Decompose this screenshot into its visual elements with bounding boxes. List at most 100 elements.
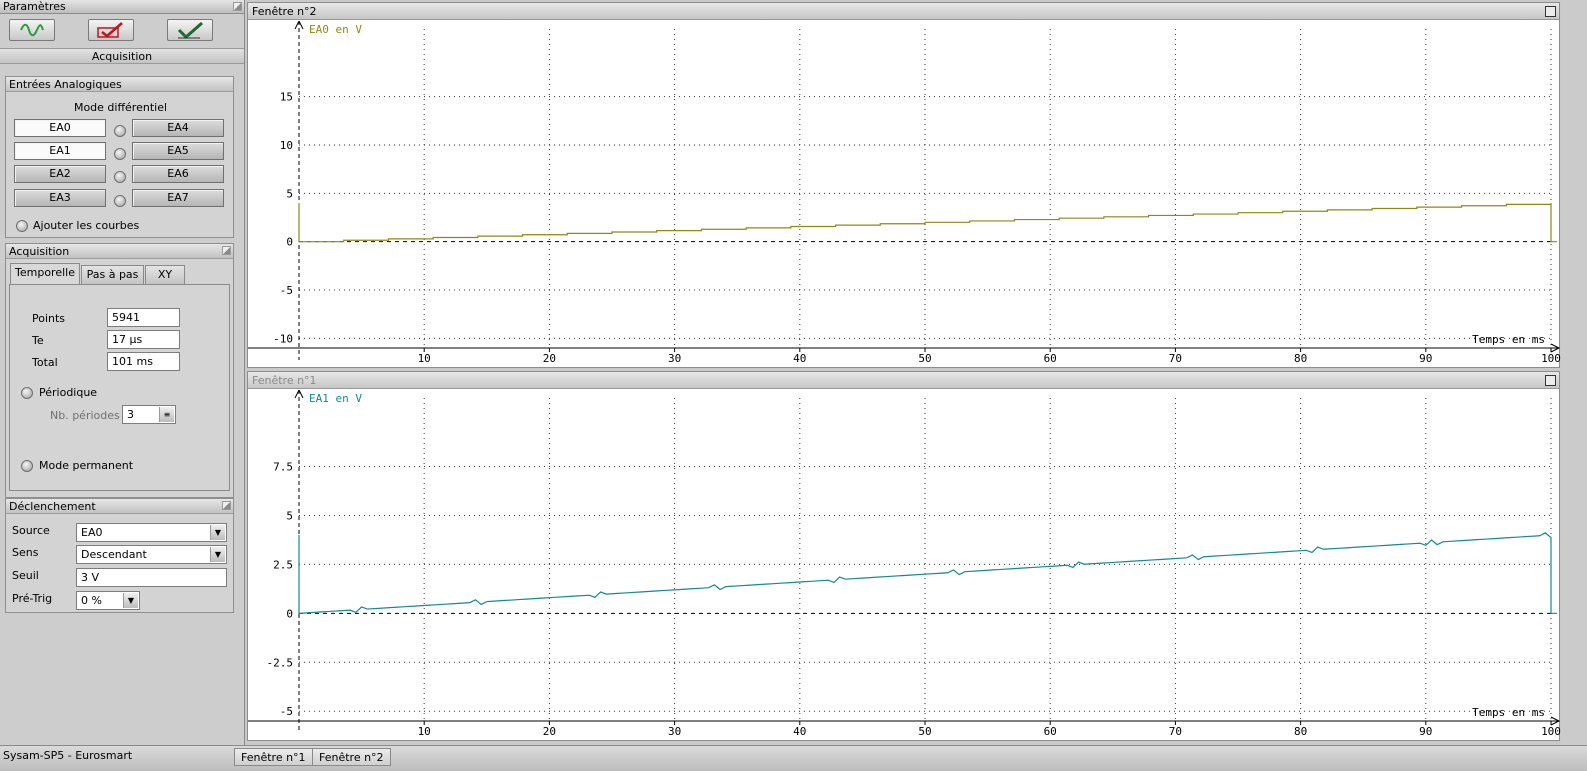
permanent-mode-radio[interactable] [21,460,33,472]
channel-ea0-button[interactable]: EA0 [14,119,106,137]
total-input[interactable]: 101 ms [107,352,180,371]
parameters-panel: Paramètres Acquisition Entrées Analogiqu… [0,0,245,745]
window-fenetre-2[interactable]: Fenêtre n°2 10 20 30 40 50 60 70 80 90 100 -10 -5 0 5… [247,2,1561,368]
window-tab-fenetre-1[interactable]: Fenêtre n°1 [234,748,313,766]
tab-temporelle[interactable]: Temporelle [10,263,80,285]
periods-spinner[interactable]: 3 ≡ [122,405,176,424]
x-axis-label: Temps en ms [1472,706,1545,719]
tab-pas-a-pas[interactable]: Pas à pas [81,265,144,284]
status-bar: Sysam-SP5 - Eurosmart Fenêtre n°1 Fenêtr… [0,745,1587,771]
maximize-icon[interactable] [1545,6,1556,17]
x-tick-label: 10 [418,352,431,365]
x-tick-label: 20 [543,725,556,738]
diff-pair-1-radio[interactable] [114,148,126,160]
x-tick-label: 70 [1169,352,1182,365]
periods-value: 3 [127,408,134,421]
x-tick-label: 90 [1419,725,1432,738]
x-tick-label: 50 [918,352,931,365]
analog-inputs-header: Entrées Analogiques [6,77,233,92]
diff-pair-3-radio[interactable] [114,195,126,207]
chart-ea1[interactable]: 10 20 30 40 50 60 70 80 90 100 -5 -2.5 0 2.5 5 7.5 EA1 e… [248,390,1561,741]
acquisition-tabs-area: Temporelle Pas à pas XY Points 5941 Te 1… [6,259,235,499]
window-fenetre-1[interactable]: Fenêtre n°1 10 20 30 40 50 60 70 80 90 100 -5 -2.5 0… [247,371,1561,741]
y-tick-label: -5 [280,705,293,718]
source-value: EA0 [81,526,103,539]
right-margin [1561,0,1587,745]
y-tick-label: 7.5 [273,461,293,474]
temporelle-tab-body: Points 5941 Te 17 µs Total 101 ms Périod… [9,284,230,491]
y-tick-label: 2.5 [273,558,293,571]
channel-ea7-button[interactable]: EA7 [132,189,224,207]
points-label: Points [32,312,66,325]
seuil-input[interactable]: 3 V [76,568,227,587]
channel-ea1-button[interactable]: EA1 [14,142,106,160]
add-curves-radio[interactable] [16,220,28,232]
chart-ea0[interactable]: 10 20 30 40 50 60 70 80 90 100 -10 -5 0 5 10 15 EA0 en V… [248,21,1561,368]
x-tick-label: 30 [668,352,681,365]
panel-corner-icon[interactable] [233,2,242,11]
parameters-title: Paramètres [3,0,66,13]
maximize-icon[interactable] [1545,375,1556,386]
sens-label: Sens [12,546,39,559]
tab-xy[interactable]: XY [145,265,185,284]
window-fenetre-2-header[interactable]: Fenêtre n°2 [248,3,1559,20]
x-tick-label: 80 [1294,725,1307,738]
window-fenetre-1-title: Fenêtre n°1 [252,374,317,387]
diff-pair-0-radio[interactable] [114,125,126,137]
x-tick-label: 10 [418,725,431,738]
diff-pair-2-radio[interactable] [114,171,126,183]
signal-button[interactable] [9,19,55,41]
analog-inputs-title: Entrées Analogiques [9,78,122,91]
trigger-header: Déclenchement [6,499,233,514]
points-input[interactable]: 5941 [107,308,180,327]
y-tick-label: 10 [280,139,293,152]
sens-select[interactable]: Descendant ▼ [76,545,227,564]
chevron-down-icon[interactable]: ▼ [210,525,225,540]
trigger-title: Déclenchement [9,500,96,513]
x-tick-label: 40 [793,725,806,738]
window-fenetre-1-header[interactable]: Fenêtre n°1 [248,372,1559,389]
spinner-icon[interactable]: ≡ [159,407,174,422]
channel-ea5-button[interactable]: EA5 [132,142,224,160]
window-fenetre-2-title: Fenêtre n°2 [252,5,317,18]
pretrig-select[interactable]: 0 % ▼ [76,591,140,610]
periodic-label: Périodique [39,386,98,399]
y-tick-label: -2.5 [267,656,294,669]
sens-value: Descendant [81,548,147,561]
parameters-header: Paramètres [0,0,244,14]
x-tick-label: 50 [918,725,931,738]
channel-ea2-button[interactable]: EA2 [14,165,106,183]
channel-ea3-button[interactable]: EA3 [14,189,106,207]
te-input[interactable]: 17 µs [107,330,180,349]
y-tick-label: 0 [286,607,293,620]
y-tick-label: -10 [273,332,293,345]
chevron-down-icon[interactable]: ▼ [123,593,138,608]
source-label: Source [12,524,50,537]
trigger-corner-icon[interactable] [222,501,231,510]
window-tab-fenetre-2[interactable]: Fenêtre n°2 [312,748,391,766]
series-label: EA1 en V [309,392,362,405]
validate-button[interactable] [167,19,213,41]
series-line [298,203,1557,243]
trigger-group: Déclenchement Source EA0 ▼ Sens Descenda… [5,498,234,613]
toolbar [0,14,244,48]
analog-inputs-group: Entrées Analogiques Mode différentiel EA… [5,76,234,238]
pretrig-label: Pré-Trig [12,592,53,605]
cancel-button[interactable] [88,19,134,41]
add-curves-label: Ajouter les courbes [33,219,140,232]
differential-mode-label: Mode différentiel [73,101,168,114]
series-label: EA0 en V [309,23,362,36]
source-select[interactable]: EA0 ▼ [76,523,227,542]
acquisition-corner-icon[interactable] [222,246,231,255]
channel-ea4-button[interactable]: EA4 [132,119,224,137]
x-tick-label: 80 [1294,352,1307,365]
y-tick-label: -5 [280,284,293,297]
channel-ea6-button[interactable]: EA6 [132,165,224,183]
permanent-mode-label: Mode permanent [39,459,134,472]
periodic-radio[interactable] [21,387,33,399]
y-tick-label: 15 [280,91,293,104]
x-tick-label: 30 [668,725,681,738]
x-tick-label: 60 [1044,352,1057,365]
chevron-down-icon[interactable]: ▼ [210,547,225,562]
acquisition-section-title: Acquisition [0,48,244,64]
